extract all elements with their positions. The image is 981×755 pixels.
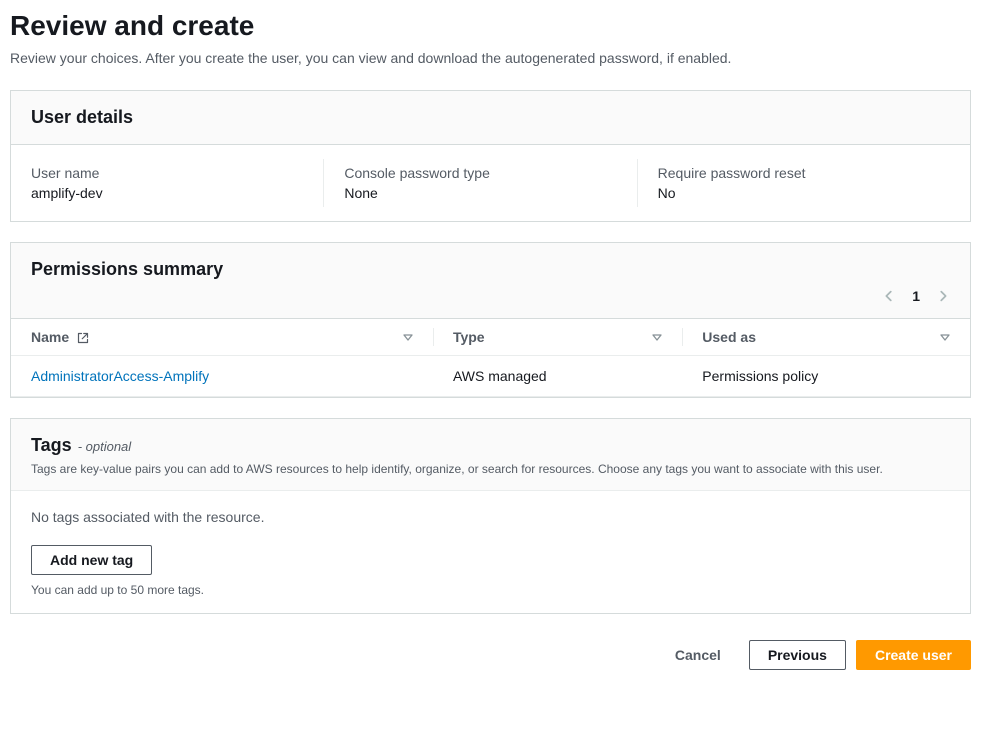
tags-heading: Tags	[31, 435, 72, 456]
tags-panel: Tags - optional Tags are key-value pairs…	[10, 418, 971, 614]
require-password-reset-field: Require password reset No	[637, 159, 950, 207]
user-name-label: User name	[31, 165, 323, 181]
column-header-type-label: Type	[453, 329, 485, 345]
policy-name-link[interactable]: AdministratorAccess-Amplify	[31, 368, 209, 384]
user-details-panel: User details User name amplify-dev Conso…	[10, 90, 971, 222]
permissions-pagination: 1	[11, 288, 970, 318]
sort-icon	[940, 332, 950, 342]
column-header-name-label: Name	[31, 329, 69, 345]
create-user-button[interactable]: Create user	[856, 640, 971, 670]
require-password-reset-label: Require password reset	[658, 165, 950, 181]
console-password-type-value: None	[344, 185, 636, 201]
permissions-table: Name Type	[11, 318, 970, 397]
page-title: Review and create	[10, 10, 971, 42]
tags-empty-message: No tags associated with the resource.	[31, 509, 950, 525]
table-row: AdministratorAccess-Amplify AWS managed …	[11, 356, 970, 397]
sort-icon	[652, 332, 662, 342]
previous-page-icon[interactable]	[882, 289, 896, 303]
add-new-tag-button[interactable]: Add new tag	[31, 545, 152, 575]
column-header-type[interactable]: Type	[433, 319, 682, 356]
user-name-field: User name amplify-dev	[31, 159, 323, 207]
user-name-value: amplify-dev	[31, 185, 323, 201]
external-link-icon	[77, 332, 89, 344]
column-header-used-as-label: Used as	[702, 329, 756, 345]
permissions-summary-heading: Permissions summary	[31, 259, 950, 280]
require-password-reset-value: No	[658, 185, 950, 201]
footer-actions: Cancel Previous Create user	[10, 634, 971, 676]
console-password-type-label: Console password type	[344, 165, 636, 181]
policy-type: AWS managed	[433, 356, 682, 397]
user-details-heading: User details	[31, 107, 950, 128]
cancel-button[interactable]: Cancel	[657, 641, 739, 669]
permissions-summary-panel: Permissions summary 1 Name	[10, 242, 971, 398]
previous-button[interactable]: Previous	[749, 640, 846, 670]
page-number: 1	[912, 288, 920, 304]
tags-description: Tags are key-value pairs you can add to …	[31, 462, 950, 476]
column-header-used-as[interactable]: Used as	[682, 319, 970, 356]
column-header-name[interactable]: Name	[11, 319, 433, 356]
tags-limit-hint: You can add up to 50 more tags.	[31, 583, 950, 597]
tags-optional-label: - optional	[78, 439, 131, 454]
page-description: Review your choices. After you create th…	[10, 50, 971, 66]
sort-icon	[403, 332, 413, 342]
policy-used-as: Permissions policy	[682, 356, 970, 397]
next-page-icon[interactable]	[936, 289, 950, 303]
console-password-type-field: Console password type None	[323, 159, 636, 207]
